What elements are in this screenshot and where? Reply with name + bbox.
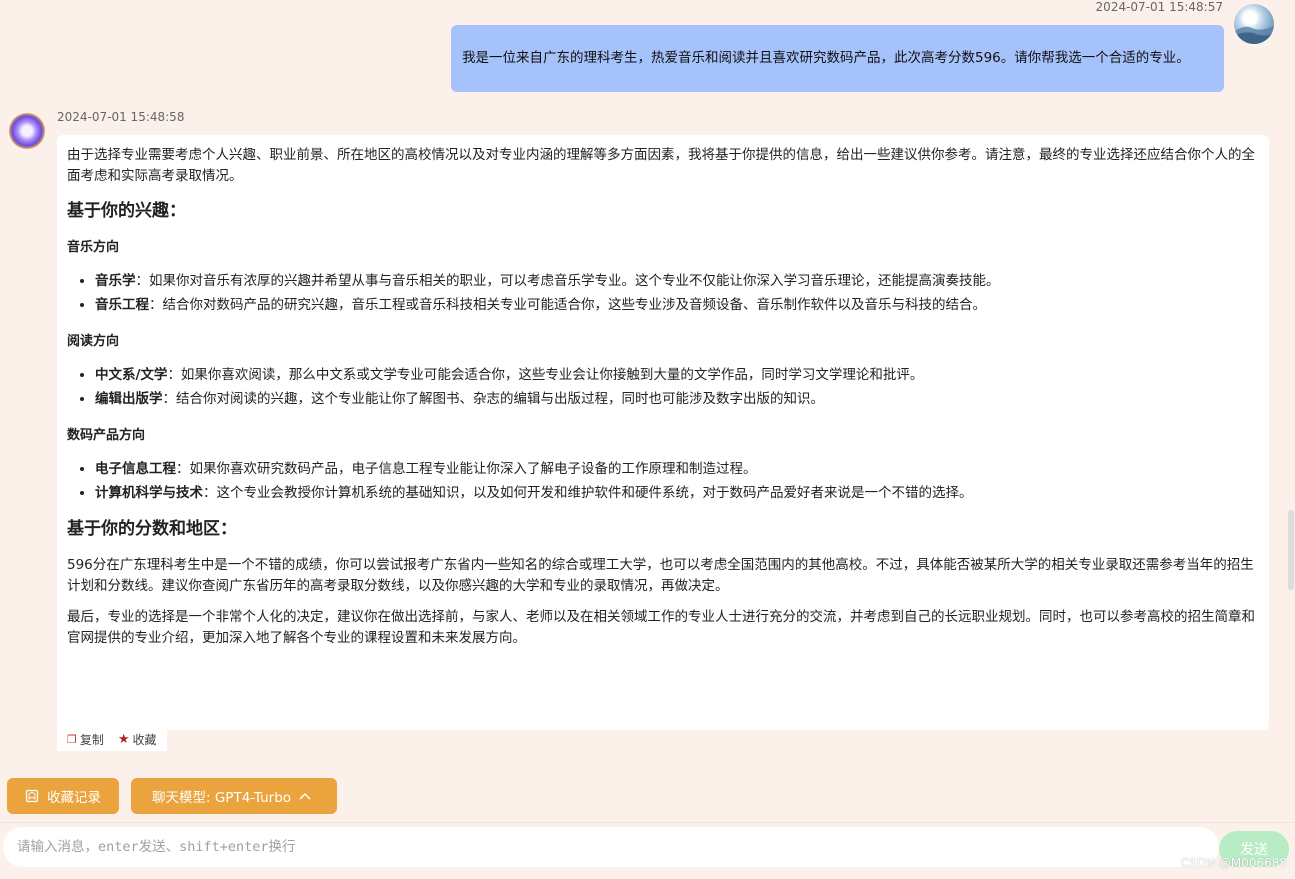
list-item-term: 音乐工程 — [95, 297, 149, 313]
list-item-term: 中文系/文学 — [95, 367, 168, 383]
user-message-timestamp: 2024-07-01 15:48:57 — [1095, 0, 1223, 14]
list-item-desc: ：如果你对音乐有浓厚的兴趣并希望从事与音乐相关的职业，可以考虑音乐学专业。这个专… — [135, 273, 1000, 289]
favorites-history-label: 收藏记录 — [47, 790, 101, 806]
favorite-button[interactable]: ★ 收藏 — [118, 731, 157, 748]
favorite-label: 收藏 — [132, 732, 157, 747]
star-icon: ★ — [117, 731, 130, 747]
user-avatar — [1234, 4, 1274, 44]
bot-message-timestamp: 2024-07-01 15:48:58 — [57, 110, 185, 124]
chevron-up-icon — [299, 792, 311, 800]
list-item: 计算机科学与技术：这个专业会教授你计算机系统的基础知识，以及如何开发和维护软件和… — [95, 481, 1259, 505]
message-input[interactable] — [3, 827, 1219, 867]
copy-icon: ❐ — [67, 732, 77, 746]
list-item: 中文系/文学：如果你喜欢阅读，那么中文系或文学专业可能会适合你，这些专业会让你接… — [95, 363, 1259, 387]
score-paragraph: 596分在广东理科考生中是一个不错的成绩，你可以尝试报考广东省内一些知名的综合或… — [67, 557, 1254, 594]
section-heading-interests: 基于你的兴趣： — [67, 201, 186, 221]
user-message-bubble: 我是一位来自广东的理科考生，热爱音乐和阅读并且喜欢研究数码产品，此次高考分数59… — [451, 25, 1224, 92]
list-item-term: 电子信息工程 — [95, 461, 176, 477]
list-item-desc: ：这个专业会教授你计算机系统的基础知识，以及如何开发和维护软件和硬件系统，对于数… — [203, 485, 973, 501]
list-item-desc: ：结合你对阅读的兴趣，这个专业能让你了解图书、杂志的编辑与出版过程，同时也可能涉… — [162, 391, 825, 407]
model-select-button[interactable]: 聊天模型: GPT4-Turbo — [131, 778, 337, 814]
model-select-label: 聊天模型: GPT4-Turbo — [152, 790, 292, 806]
bookmark-icon — [25, 789, 39, 803]
group-heading-music: 音乐方向 — [67, 240, 120, 255]
copy-label: 复制 — [79, 732, 104, 747]
reading-list: 中文系/文学：如果你喜欢阅读，那么中文系或文学专业可能会适合你，这些专业会让你接… — [67, 363, 1259, 411]
list-item-term: 音乐学 — [95, 273, 136, 289]
bot-message-bubble: 由于选择专业需要考虑个人兴趣、职业前景、所在地区的高校情况以及对专业内涵的理解等… — [57, 135, 1269, 730]
input-divider — [0, 822, 1295, 823]
bot-intro-paragraph: 由于选择专业需要考虑个人兴趣、职业前景、所在地区的高校情况以及对专业内涵的理解等… — [67, 147, 1255, 184]
chat-scrollbar[interactable] — [1287, 0, 1295, 760]
digital-list: 电子信息工程：如果你喜欢研究数码产品，电子信息工程专业能让你深入了解电子设备的工… — [67, 457, 1259, 505]
music-list: 音乐学：如果你对音乐有浓厚的兴趣并希望从事与音乐相关的职业，可以考虑音乐学专业。… — [67, 269, 1259, 317]
list-item-desc: ：如果你喜欢阅读，那么中文系或文学专业可能会适合你，这些专业会让你接触到大量的文… — [167, 367, 924, 383]
list-item: 音乐工程：结合你对数码产品的研究兴趣，音乐工程或音乐科技相关专业可能适合你，这些… — [95, 293, 1259, 317]
bot-avatar — [9, 113, 45, 149]
list-item-term: 编辑出版学 — [95, 391, 163, 407]
chat-scrollbar-thumb[interactable] — [1288, 510, 1294, 590]
list-item: 编辑出版学：结合你对阅读的兴趣，这个专业能让你了解图书、杂志的编辑与出版过程，同… — [95, 387, 1259, 411]
watermark: CSDN @M006688 — [1180, 856, 1287, 870]
list-item-term: 计算机科学与技术 — [95, 485, 203, 501]
group-heading-reading: 阅读方向 — [67, 334, 120, 349]
copy-button[interactable]: ❐ 复制 — [67, 731, 104, 748]
list-item-desc: ：如果你喜欢研究数码产品，电子信息工程专业能让你深入了解电子设备的工作原理和制造… — [176, 461, 757, 477]
list-item-desc: ：结合你对数码产品的研究兴趣，音乐工程或音乐科技相关专业可能适合你，这些专业涉及… — [149, 297, 986, 313]
favorites-history-button[interactable]: 收藏记录 — [7, 778, 119, 814]
user-message-row: 2024-07-01 15:48:57 我是一位来自广东的理科考生，热爱音乐和阅… — [0, 0, 1295, 100]
list-item: 音乐学：如果你对音乐有浓厚的兴趣并希望从事与音乐相关的职业，可以考虑音乐学专业。… — [95, 269, 1259, 293]
bottom-toolbar: 收藏记录 聊天模型: GPT4-Turbo — [7, 778, 337, 814]
group-heading-digital: 数码产品方向 — [67, 428, 146, 443]
closing-paragraph: 最后，专业的选择是一个非常个人化的决定，建议你在做出选择前，与家人、老师以及在相… — [67, 609, 1255, 646]
user-avatar-image — [1234, 26, 1274, 44]
list-item: 电子信息工程：如果你喜欢研究数码产品，电子信息工程专业能让你深入了解电子设备的工… — [95, 457, 1259, 481]
message-actions: ❐ 复制 ★ 收藏 — [57, 727, 167, 751]
section-heading-score-region: 基于你的分数和地区： — [67, 519, 237, 539]
